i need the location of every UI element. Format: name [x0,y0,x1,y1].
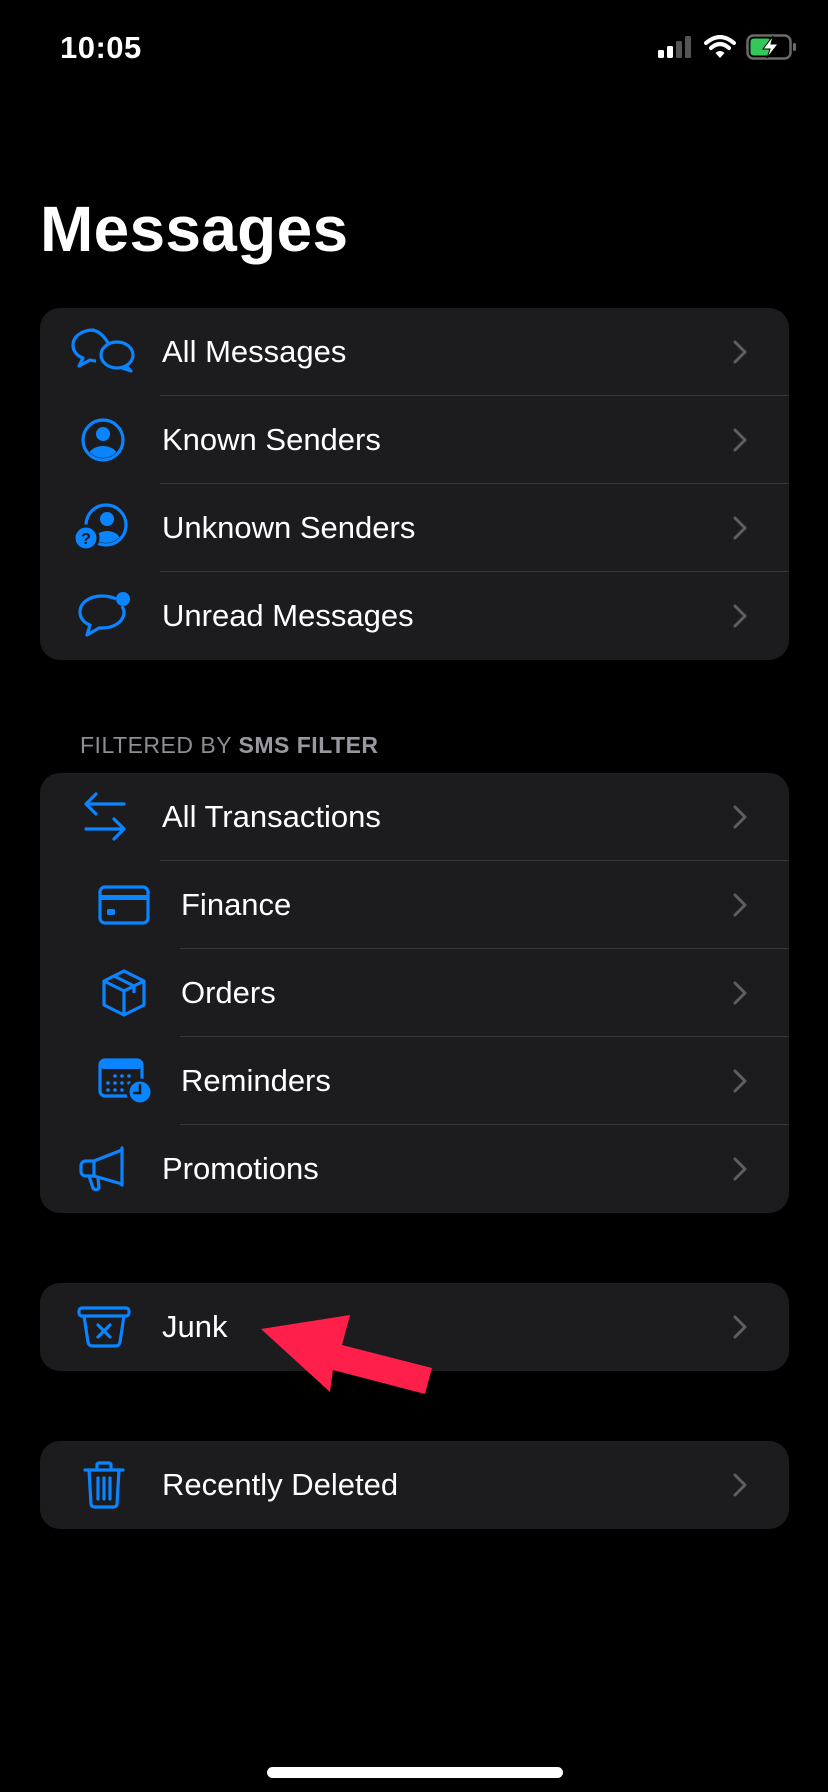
junk-group: Junk [40,1283,789,1371]
trash-icon [82,1460,126,1510]
row-unread-messages[interactable]: Unread Messages [40,572,789,660]
chevron-right-icon [733,805,747,829]
row-label: Promotions [162,1151,319,1186]
row-label: Junk [162,1309,228,1344]
row-label: Recently Deleted [162,1467,399,1502]
person-question-icon: ? [74,503,130,553]
chat-bubble-badge-icon [76,591,132,641]
chevron-right-icon [733,981,747,1005]
row-unknown-senders[interactable]: ? Unknown Senders [40,484,789,572]
chevron-right-icon [733,893,747,917]
chevron-right-icon [733,1157,747,1181]
chevron-right-icon [733,516,747,540]
junk-bin-icon [76,1305,132,1349]
chat-bubbles-icon [70,327,136,377]
calendar-clock-icon [98,1057,154,1105]
page-title: Messages [40,193,349,265]
credit-card-icon [98,885,150,925]
row-reminders[interactable]: Reminders [40,1037,789,1125]
status-icons [658,34,798,60]
section-header-sms-filter: FILTERED BY SMS FILTER [80,732,379,759]
status-time: 10:05 [60,30,142,65]
chevron-right-icon [733,1069,747,1093]
chevron-right-icon [733,340,747,364]
messages-filter-group: All Messages Known Senders ? Unknown Sen… [40,308,789,660]
chevron-right-icon [733,1473,747,1497]
sms-filter-group: All Transactions Finance Orders Reminder… [40,773,789,1213]
wifi-icon [704,35,736,58]
chevron-right-icon [733,604,747,628]
row-recently-deleted[interactable]: Recently Deleted [40,1441,789,1529]
row-known-senders[interactable]: Known Senders [40,396,789,484]
row-label: Orders [181,975,276,1010]
row-label: Known Senders [162,422,381,457]
row-label: Unread Messages [162,598,414,633]
arrows-exchange-icon [82,792,128,842]
shipping-box-icon [100,968,148,1018]
person-circle-icon [80,417,126,463]
home-indicator[interactable] [267,1767,563,1778]
row-orders[interactable]: Orders [40,949,789,1037]
row-label: All Transactions [162,799,381,834]
section-header-bold: SMS FILTER [238,732,379,758]
chevron-right-icon [733,428,747,452]
megaphone-icon [78,1145,130,1193]
row-promotions[interactable]: Promotions [40,1125,789,1213]
row-label: All Messages [162,334,347,369]
row-label: Reminders [181,1063,331,1098]
battery-charging-icon [746,34,796,60]
row-label: Finance [181,887,292,922]
chevron-right-icon [733,1315,747,1339]
row-label: Unknown Senders [162,510,416,545]
row-finance[interactable]: Finance [40,861,789,949]
row-all-messages[interactable]: All Messages [40,308,789,396]
section-header-prefix: FILTERED BY [80,732,239,758]
recently-deleted-group: Recently Deleted [40,1441,789,1529]
svg-text:?: ? [81,531,91,548]
row-all-transactions[interactable]: All Transactions [40,773,789,861]
cellular-signal-icon [658,36,691,58]
row-junk[interactable]: Junk [40,1283,789,1371]
